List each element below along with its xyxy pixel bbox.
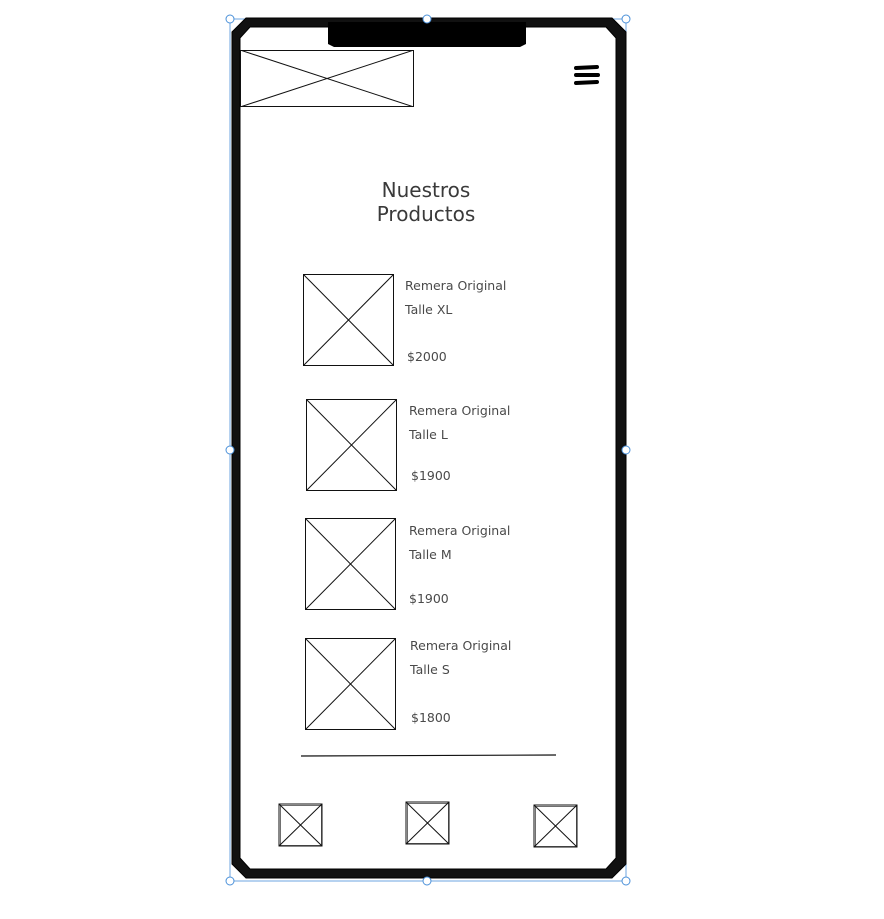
product-name: Remera Original [405, 278, 507, 293]
phone-frame [225, 14, 631, 886]
product-image-placeholder-icon[interactable] [306, 399, 397, 491]
bottom-nav-icon-3[interactable] [533, 804, 578, 848]
product-image-placeholder-icon[interactable] [303, 274, 394, 366]
hamburger-menu-icon[interactable] [572, 64, 602, 88]
product-size: Talle S [410, 662, 450, 677]
bottom-nav-icon-1[interactable] [278, 803, 323, 847]
product-size: Talle XL [405, 302, 453, 317]
product-name: Remera Original [409, 403, 511, 418]
product-price: $1800 [411, 710, 451, 725]
page-title-line2: Productos [376, 202, 476, 226]
product-name: Remera Original [409, 523, 511, 538]
logo-placeholder-icon[interactable] [240, 50, 414, 107]
product-size: Talle M [409, 547, 452, 562]
product-size: Talle L [409, 427, 448, 442]
product-image-placeholder-icon[interactable] [305, 638, 396, 730]
page-title-line1: Nuestros [381, 178, 471, 202]
page-title: Nuestros Productos [326, 178, 526, 226]
product-name: Remera Original [410, 638, 512, 653]
bottom-nav-icon-2[interactable] [405, 801, 450, 845]
product-image-placeholder-icon[interactable] [305, 518, 396, 610]
product-price: $1900 [411, 468, 451, 483]
product-price: $1900 [409, 591, 449, 606]
product-price: $2000 [407, 349, 447, 364]
